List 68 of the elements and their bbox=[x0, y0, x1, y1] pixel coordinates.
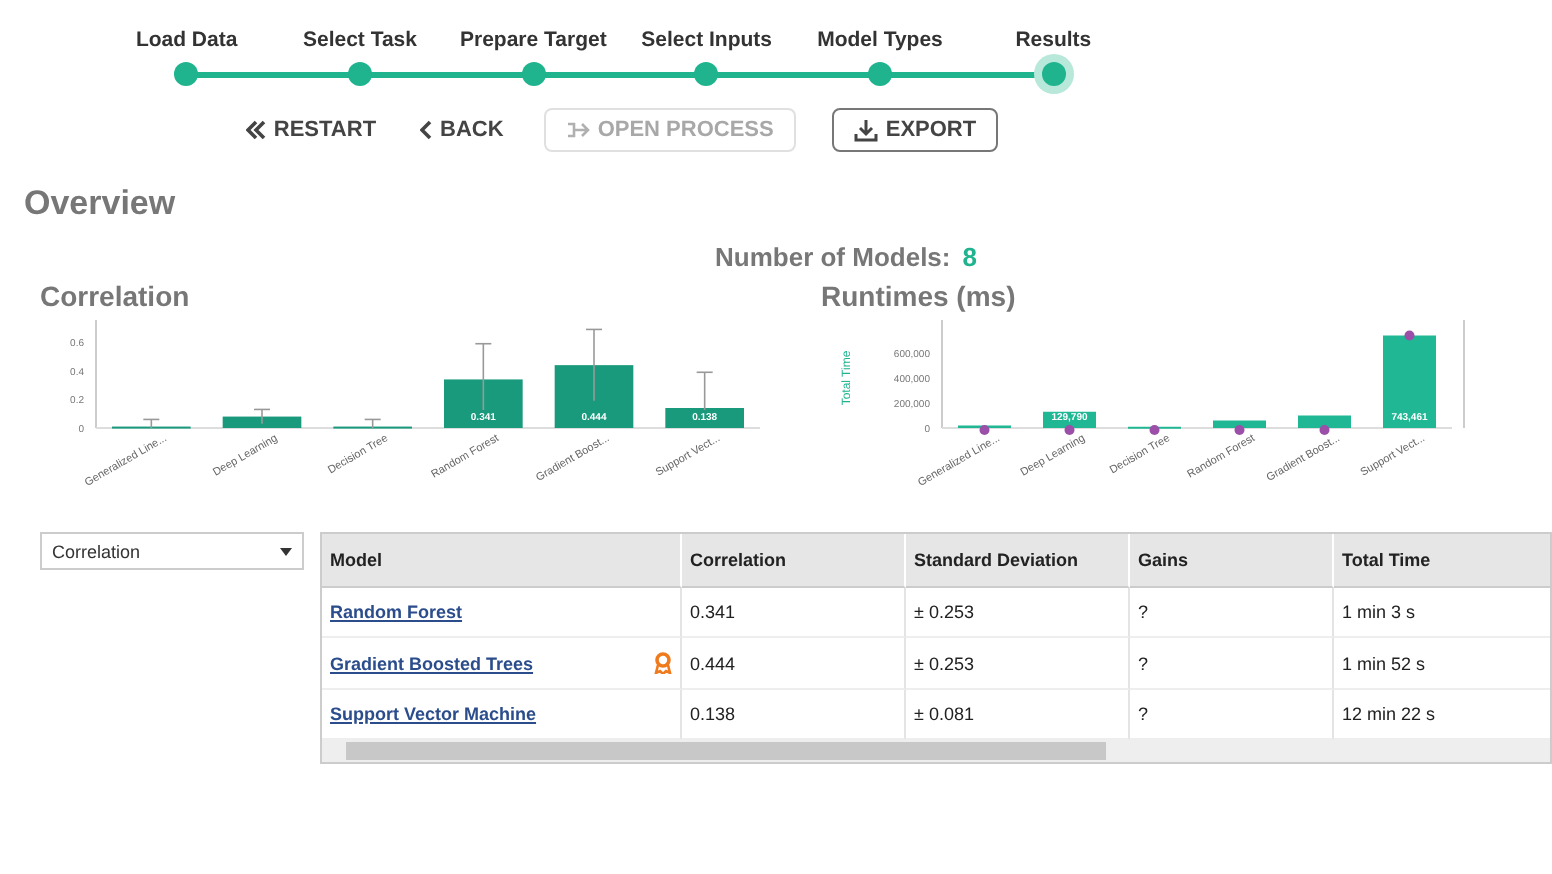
scoring-point bbox=[1403, 330, 1414, 341]
column-header[interactable]: Total Time bbox=[1334, 534, 1550, 588]
bar bbox=[444, 379, 523, 428]
scoring-point bbox=[1148, 425, 1159, 435]
bar bbox=[554, 365, 634, 428]
bar bbox=[1042, 411, 1095, 428]
chart-title: Correlation bbox=[40, 280, 192, 312]
export-button[interactable]: EXPORT bbox=[831, 108, 999, 152]
step-dot[interactable] bbox=[347, 62, 372, 86]
column-header[interactable]: Gains bbox=[1130, 534, 1334, 588]
bar bbox=[1212, 420, 1265, 428]
table-cell: 1 min 3 s bbox=[1342, 602, 1416, 622]
error-bar bbox=[695, 371, 714, 411]
column-header[interactable]: Model bbox=[322, 534, 682, 588]
horizontal-scrollbar[interactable] bbox=[322, 740, 1550, 762]
download-icon bbox=[853, 118, 878, 142]
step-dot[interactable] bbox=[694, 62, 719, 86]
step-label: Model Types bbox=[815, 28, 945, 52]
error-bar bbox=[585, 328, 603, 402]
table-cell: ± 0.253 bbox=[914, 653, 974, 673]
error-bar bbox=[142, 418, 161, 429]
scoring-point bbox=[1063, 425, 1074, 435]
scoring-point bbox=[1233, 425, 1244, 435]
bar bbox=[222, 416, 302, 428]
step-label: Select Inputs bbox=[639, 28, 774, 52]
table-cell: 1 min 52 s bbox=[1342, 653, 1426, 673]
table-cell: 12 min 22 s bbox=[1342, 704, 1436, 724]
table-cell: 0.444 bbox=[690, 653, 736, 673]
step-dot[interactable] bbox=[1041, 62, 1066, 86]
bar bbox=[1382, 335, 1435, 428]
table-cell: 0.341 bbox=[690, 602, 736, 622]
scoring-point bbox=[978, 425, 989, 435]
step-dot[interactable] bbox=[867, 62, 892, 86]
error-bar bbox=[474, 342, 493, 411]
secondary-axis bbox=[1462, 319, 1464, 429]
step-label: Results bbox=[1013, 28, 1094, 52]
step-dot[interactable] bbox=[174, 62, 199, 86]
model-link[interactable]: Gradient Boosted Trees bbox=[330, 653, 534, 673]
column-header[interactable]: Correlation bbox=[682, 534, 906, 588]
step-dot[interactable] bbox=[521, 62, 546, 86]
table-cell: 0.138 bbox=[690, 704, 736, 724]
error-bar bbox=[363, 418, 382, 429]
table-cell: ? bbox=[1138, 704, 1149, 724]
bar bbox=[1297, 415, 1350, 428]
scoring-point bbox=[1318, 425, 1329, 435]
column-header[interactable]: Standard Deviation bbox=[906, 534, 1130, 588]
chart-title: Runtimes (ms) bbox=[821, 280, 1018, 312]
models-count: 8 bbox=[962, 242, 977, 272]
section-title: Overview bbox=[24, 184, 178, 224]
bar bbox=[665, 408, 744, 428]
step-label: Prepare Target bbox=[457, 28, 609, 52]
model-link[interactable]: Support Vector Machine bbox=[330, 704, 537, 724]
step-label: Select Task bbox=[300, 28, 419, 52]
step-label: Load Data bbox=[133, 28, 240, 52]
y-axis bbox=[95, 319, 97, 429]
table-cell: ? bbox=[1138, 653, 1149, 673]
chevron-left-icon bbox=[420, 120, 433, 140]
double-chevron-icon bbox=[245, 120, 266, 140]
dropdown-caret-icon bbox=[280, 547, 292, 555]
model-link[interactable]: Random Forest bbox=[330, 602, 463, 622]
error-bar bbox=[253, 408, 271, 425]
table-cell: ± 0.253 bbox=[914, 602, 974, 622]
table-cell: ± 0.081 bbox=[914, 704, 974, 724]
process-icon bbox=[565, 120, 590, 140]
table-cell: ? bbox=[1138, 602, 1149, 622]
y-axis bbox=[940, 319, 942, 429]
models-label: Number of Models: bbox=[715, 242, 951, 272]
metric-dropdown[interactable]: Correlation bbox=[40, 532, 304, 570]
